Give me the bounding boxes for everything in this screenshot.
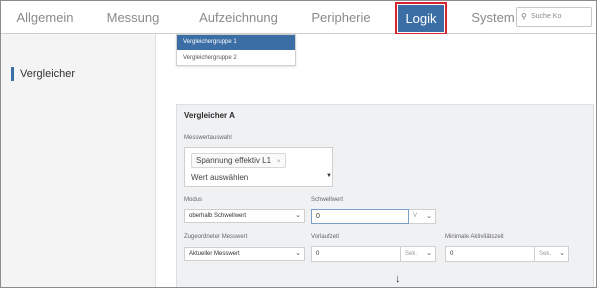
mode-select[interactable]: oberhalb Schwellwert ⌄ (184, 209, 305, 223)
assigned-measurement-value: Aktueller Messwert (189, 251, 240, 257)
caret-down-icon[interactable]: ▼ (326, 173, 332, 179)
min-activity-time-unit-value: Sek. (539, 251, 552, 257)
tab-system[interactable]: System (471, 1, 515, 34)
tab-logik[interactable]: Logik (395, 2, 447, 35)
assigned-measurement-select[interactable]: Aktueller Messwert ⌄ (184, 247, 305, 261)
sidebar-item-vergleicher[interactable]: Vergleicher (11, 67, 75, 81)
close-icon[interactable]: × (277, 159, 281, 165)
lead-time-unit-select[interactable]: Sek. ⌄ (401, 246, 436, 262)
lead-time-label: Vorlaufzeit (311, 234, 340, 240)
mode-label: Modus (184, 197, 203, 203)
chevron-down-icon: ⌄ (295, 250, 301, 257)
min-activity-time-input[interactable]: 0 (445, 246, 535, 262)
selected-measurement-text: Spannung effektiv L1 (196, 156, 272, 165)
top-navigation: Allgemein Messung Aufzeichnung Peripheri… (1, 1, 596, 35)
select-value-placeholder[interactable]: Wert auswählen (191, 173, 248, 182)
chevron-down-icon: ⌄ (426, 250, 432, 257)
chevron-down-icon: ⌄ (559, 250, 565, 257)
measurement-selection-label: Messwertauswahl (184, 135, 232, 141)
chevron-down-icon: ⌄ (426, 213, 432, 220)
comparator-group-menu: Vergleichergruppe 1 Vergleichergruppe 2 (176, 34, 296, 66)
main-content: Vergleichergruppe 1 Vergleichergruppe 2 … (156, 34, 596, 287)
lead-time-unit-value: Sek. (405, 251, 418, 257)
chevron-down-icon: ⌄ (295, 212, 301, 219)
search-input[interactable]: ⚲ Suche Ko (516, 7, 592, 27)
assigned-measurement-label: Zugeordneter Messwert (184, 234, 248, 240)
threshold-label: Schwellwert (311, 197, 344, 203)
tab-peripherie[interactable]: Peripherie (308, 1, 374, 34)
tab-messung[interactable]: Messung (105, 1, 161, 34)
sidebar: Vergleicher (1, 34, 156, 287)
tab-aufzeichnung[interactable]: Aufzeichnung (196, 1, 281, 34)
menu-item-vergleichergruppe-1[interactable]: Vergleichergruppe 1 (177, 35, 295, 50)
threshold-unit-value: V (413, 213, 418, 219)
arrow-down-icon: ↓ (395, 273, 401, 285)
search-icon: ⚲ (521, 12, 527, 21)
menu-item-vergleichergruppe-2[interactable]: Vergleichergruppe 2 (177, 51, 295, 66)
threshold-unit-select[interactable]: V ⌄ (409, 209, 436, 224)
selected-measurement-tag: Spannung effektiv L1 × (191, 153, 286, 168)
min-activity-time-unit-select[interactable]: Sek. ⌄ (535, 246, 569, 262)
tab-allgemein[interactable]: Allgemein (15, 1, 75, 34)
search-placeholder: Suche Ko (531, 13, 562, 20)
comparator-panel: Vergleicher A Messwertauswahl Spannung e… (176, 104, 594, 287)
threshold-input[interactable]: 0 (311, 209, 409, 224)
min-activity-time-label: Minimale Aktivitätszeit (445, 234, 504, 240)
measurement-selector[interactable]: Spannung effektiv L1 × Wert auswählen ▼ (184, 147, 333, 187)
app-window: Allgemein Messung Aufzeichnung Peripheri… (0, 0, 597, 288)
mode-select-value: oberhalb Schwellwert (189, 213, 247, 219)
panel-title: Vergleicher A (184, 111, 235, 120)
lead-time-input[interactable]: 0 (311, 246, 401, 262)
